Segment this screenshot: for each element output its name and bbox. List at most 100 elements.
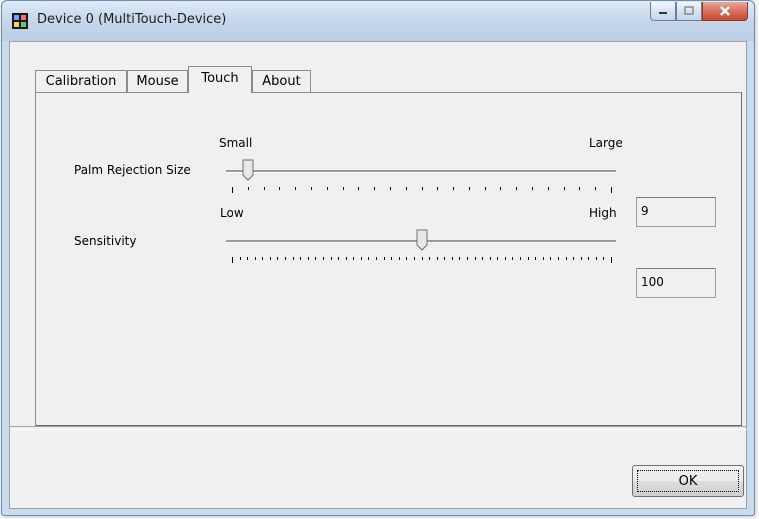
palm-slider-track[interactable]	[226, 170, 616, 173]
slider-tick	[500, 187, 501, 190]
sensitivity-min-label: Low	[220, 206, 244, 220]
slider-tick	[308, 257, 309, 260]
tab-calibration[interactable]: Calibration	[35, 70, 127, 92]
slider-tick	[327, 187, 328, 190]
palm-slider-thumb[interactable]	[242, 159, 254, 181]
slider-tick	[247, 257, 248, 260]
palm-slider-ticks	[232, 187, 612, 193]
slider-tick	[414, 257, 415, 260]
slider-tick	[399, 257, 400, 260]
slider-tick	[516, 187, 517, 190]
slider-tick	[331, 257, 332, 260]
slider-tick	[311, 187, 312, 190]
slider-tick	[603, 257, 604, 260]
slider-tick	[374, 187, 375, 190]
slider-tick	[558, 257, 559, 260]
sensitivity-value: 100	[636, 268, 716, 298]
minimize-icon	[659, 12, 667, 14]
slider-tick	[390, 187, 391, 190]
slider-tick	[596, 257, 597, 260]
ok-button[interactable]: OK	[632, 465, 744, 497]
slider-tick	[437, 187, 438, 190]
slider-tick	[262, 257, 263, 260]
slider-tick	[520, 257, 521, 260]
dialog-client: Calibration Mouse Touch About Small Larg…	[9, 41, 747, 509]
close-button[interactable]	[702, 2, 748, 21]
slider-tick	[469, 187, 470, 190]
slider-tick	[248, 187, 249, 190]
slider-tick	[232, 187, 233, 193]
slider-tick	[452, 257, 453, 260]
slider-tick	[579, 187, 580, 190]
palm-rejection-label: Palm Rejection Size	[74, 163, 191, 177]
palm-min-label: Small	[219, 136, 253, 150]
title-bar[interactable]: Device 0 (MultiTouch-Device)	[2, 1, 754, 41]
slider-tick	[429, 257, 430, 260]
slider-tick	[611, 257, 612, 263]
slider-tick	[232, 257, 233, 263]
slider-tick	[581, 257, 582, 260]
ok-button-label: OK	[678, 473, 698, 489]
slider-tick	[573, 257, 574, 260]
tab-about[interactable]: About	[252, 70, 311, 92]
slider-tick	[548, 187, 549, 190]
slider-tick	[490, 257, 491, 260]
slider-tick	[343, 187, 344, 190]
slider-tick	[475, 257, 476, 260]
slider-tick	[550, 257, 551, 260]
palm-rejection-value: 9	[636, 197, 716, 227]
slider-tick	[315, 257, 316, 260]
slider-tick	[437, 257, 438, 260]
slider-tick	[422, 257, 423, 260]
slider-tick	[595, 187, 596, 190]
slider-tick	[512, 257, 513, 260]
slider-tick	[467, 257, 468, 260]
slider-tick	[384, 257, 385, 260]
slider-tick	[285, 257, 286, 260]
slider-tick	[293, 257, 294, 260]
sensitivity-slider-thumb[interactable]	[416, 229, 428, 251]
slider-tick	[406, 257, 407, 260]
slider-tick	[485, 187, 486, 190]
slider-tick	[588, 257, 589, 260]
slider-tick	[323, 257, 324, 260]
slider-tick	[497, 257, 498, 260]
tab-mouse[interactable]: Mouse	[127, 70, 188, 92]
close-icon	[720, 6, 730, 16]
sensitivity-max-label: High	[589, 206, 617, 220]
slider-tick	[368, 257, 369, 260]
slider-tick	[406, 187, 407, 190]
device-window: Device 0 (MultiTouch-Device) Calibration…	[1, 0, 755, 516]
slider-tick	[279, 187, 280, 190]
slider-tick	[346, 257, 347, 260]
slider-tick	[453, 187, 454, 190]
slider-tick	[532, 187, 533, 190]
slider-tick	[422, 187, 423, 190]
slider-tick	[543, 257, 544, 260]
maximize-button[interactable]	[676, 2, 702, 21]
slider-tick	[564, 187, 565, 190]
slider-tick	[295, 187, 296, 190]
slider-tick	[300, 257, 301, 260]
slider-tick	[270, 257, 271, 260]
maximize-icon	[684, 6, 694, 15]
slider-tick	[444, 257, 445, 260]
sensitivity-slider-ticks	[232, 257, 612, 263]
slider-tick	[611, 187, 612, 193]
slider-tick	[264, 187, 265, 190]
slider-tick	[482, 257, 483, 260]
slider-tick	[255, 257, 256, 260]
slider-tick	[528, 257, 529, 260]
slider-tick	[361, 257, 362, 260]
slider-tick	[535, 257, 536, 260]
slider-tick	[376, 257, 377, 260]
slider-tick	[505, 257, 506, 260]
minimize-button[interactable]	[650, 2, 676, 21]
sensitivity-label: Sensitivity	[74, 234, 137, 248]
slider-tick	[459, 257, 460, 260]
tab-touch[interactable]: Touch	[188, 66, 252, 93]
slider-tick	[338, 257, 339, 260]
slider-tick	[566, 257, 567, 260]
window-title: Device 0 (MultiTouch-Device)	[37, 12, 227, 27]
palm-max-label: Large	[589, 136, 623, 150]
